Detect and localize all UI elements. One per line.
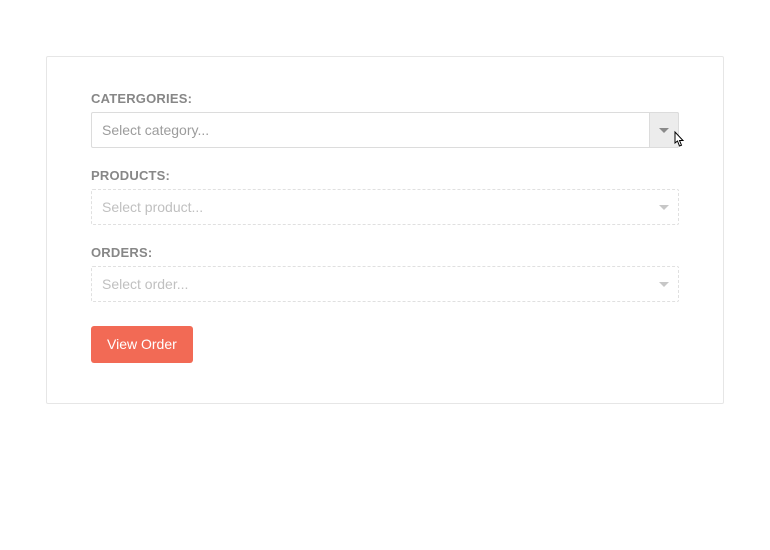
orders-label: ORDERS: [91,245,679,260]
categories-input[interactable] [91,112,679,148]
orders-input [91,266,679,302]
products-label: PRODUCTS: [91,168,679,183]
products-group: PRODUCTS: [91,168,679,225]
caret-down-icon [659,282,669,287]
products-input [91,189,679,225]
view-order-button[interactable]: View Order [91,326,193,363]
orders-group: ORDERS: [91,245,679,302]
products-dropdown [91,189,679,225]
categories-group: CATERGORIES: [91,91,679,148]
products-dropdown-arrow [649,189,679,225]
caret-down-icon [659,128,669,133]
order-filter-panel: CATERGORIES: PRODUCTS: ORDERS: [46,56,724,404]
categories-dropdown-arrow[interactable] [649,112,679,148]
categories-dropdown[interactable] [91,112,679,148]
categories-label: CATERGORIES: [91,91,679,106]
orders-dropdown [91,266,679,302]
caret-down-icon [659,205,669,210]
orders-dropdown-arrow [649,266,679,302]
